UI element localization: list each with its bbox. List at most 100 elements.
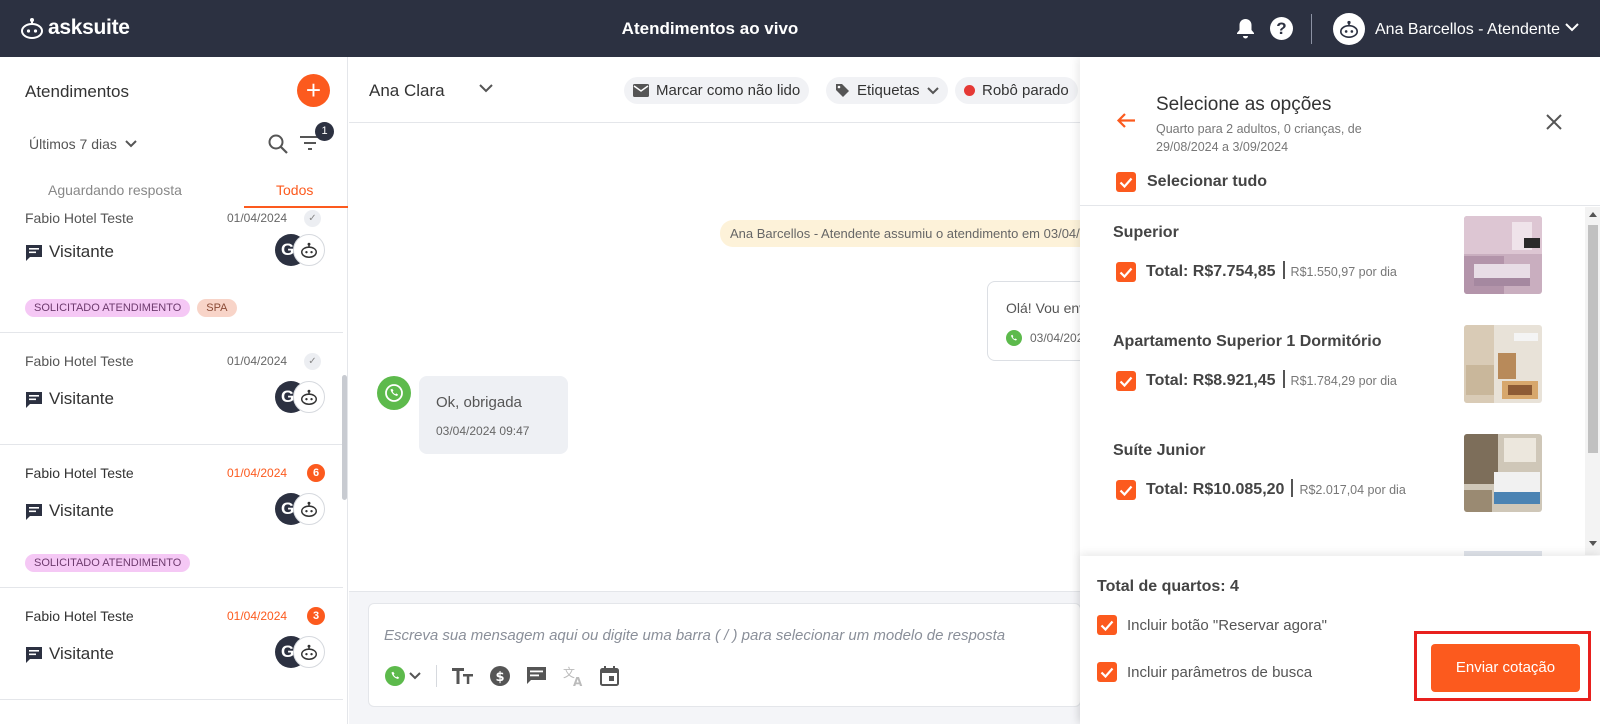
conversation-date: 01/04/2024: [227, 466, 288, 480]
chat-icon: [25, 503, 43, 521]
room-option: Apartamento Superior 1 Dormitório Total:…: [1113, 315, 1563, 415]
help-icon[interactable]: ?: [1270, 17, 1293, 40]
checkbox-checked[interactable]: [1116, 172, 1136, 192]
price-separator: [1291, 479, 1294, 497]
room-options-list: Superior Total: R$7.754,85 R$1.550,97 por…: [1080, 206, 1585, 556]
conversation-date: 01/04/2024: [227, 211, 288, 225]
room-total: Total: R$8.921,45: [1146, 372, 1276, 389]
message-composer[interactable]: Escreva sua mensagem aqui ou digite uma …: [368, 603, 1081, 707]
add-conversation-button[interactable]: +: [297, 74, 330, 107]
whatsapp-icon: [385, 666, 405, 686]
tag-row: SOLICITADO ATENDIMENTO: [25, 554, 191, 572]
tab-aguardando-resposta[interactable]: Aguardando resposta: [48, 182, 182, 198]
include-search-params-option[interactable]: Incluir parâmetros de busca: [1097, 662, 1312, 682]
room-checkbox[interactable]: [1116, 480, 1136, 500]
calendar-icon[interactable]: [600, 666, 619, 686]
option-label: Incluir botão "Reservar agora": [1127, 616, 1327, 634]
chat-header: Ana Clara Marcar como não lido Etiquetas…: [349, 57, 1081, 123]
mark-unread-button[interactable]: Marcar como não lido: [624, 77, 810, 104]
visitor-label: Visitante: [49, 242, 114, 261]
system-message: Ana Barcellos - Atendente assumiu o aten…: [720, 220, 1119, 247]
chevron-down-icon: [926, 86, 939, 94]
close-icon[interactable]: [1546, 114, 1562, 130]
tag-row: SOLICITADO ATENDIMENTO SPA: [25, 299, 237, 317]
conversation-item[interactable]: Fabio Hotel Teste 01/04/2024 3 Visitante…: [0, 588, 343, 700]
chevron-down-icon: [409, 672, 421, 680]
user-name[interactable]: Ana Barcellos - Atendente: [1375, 21, 1560, 39]
robot-stopped-indicator: [964, 85, 975, 96]
conversation-list: Fabio Hotel Teste 01/04/2024 ✓ Visitante…: [0, 208, 343, 724]
chat-icon: [25, 646, 43, 664]
tag-solicitado-atendimento: SOLICITADO ATENDIMENTO: [25, 554, 191, 572]
svg-text:A: A: [573, 675, 583, 687]
checkbox-checked[interactable]: [1097, 615, 1117, 635]
read-check-icon: ✓: [304, 353, 321, 370]
top-bar: asksuite Atendimentos ao vivo ? Ana Barc…: [0, 0, 1600, 57]
room-daily-price: R$1.784,29 por dia: [1290, 374, 1397, 388]
tags-dropdown[interactable]: Etiquetas: [826, 77, 948, 104]
chat-panel: Ana Clara Marcar como não lido Etiquetas…: [349, 57, 1137, 724]
rooms-scroll-thumb[interactable]: [1588, 225, 1598, 453]
filter-count-badge: 1: [315, 122, 334, 141]
chevron-down-icon[interactable]: [1565, 23, 1579, 32]
room-checkbox[interactable]: [1116, 262, 1136, 282]
back-arrow-icon[interactable]: [1116, 112, 1136, 129]
room-total: Total: R$10.085,20: [1146, 481, 1285, 498]
room-option: Superior Total: R$7.754,85 R$1.550,97 por…: [1113, 206, 1563, 306]
room-total-price: Total: R$10.085,20 R$2.017,04 por dia: [1146, 479, 1406, 499]
page-title: Atendimentos ao vivo: [621, 19, 799, 38]
chevron-down-icon[interactable]: [479, 84, 493, 93]
conversation-item[interactable]: Fabio Hotel Teste 01/04/2024 ✓ Visitante…: [0, 333, 343, 445]
scroll-down-icon[interactable]: [1589, 541, 1597, 547]
panel-title: Atendimentos: [25, 82, 129, 101]
checkbox-checked[interactable]: [1097, 662, 1117, 682]
price-separator: [1282, 370, 1285, 388]
channel-selector[interactable]: [385, 666, 421, 686]
scroll-up-icon[interactable]: [1589, 211, 1597, 217]
translate-icon[interactable]: 文A: [562, 665, 585, 687]
chevron-down-icon: [125, 140, 137, 148]
room-photo[interactable]: [1464, 325, 1542, 403]
room-photo[interactable]: [1464, 434, 1542, 512]
message-text: Ok, obrigada: [436, 394, 522, 411]
user-avatar[interactable]: [1333, 13, 1365, 45]
quick-reply-icon[interactable]: [526, 666, 547, 686]
check-icon: [1119, 485, 1133, 496]
list-scrollbar[interactable]: [342, 375, 347, 500]
currency-icon[interactable]: $: [489, 665, 511, 687]
toolbar-divider: [436, 665, 437, 687]
tags-label: Etiquetas: [857, 82, 920, 99]
chat-icon: [25, 244, 43, 262]
read-check-icon: ✓: [304, 210, 321, 227]
period-filter-select[interactable]: Últimos 7 dias: [29, 136, 137, 152]
check-icon: [1119, 267, 1133, 278]
check-icon: [1119, 376, 1133, 387]
message-input-placeholder[interactable]: Escreva sua mensagem aqui ou digite uma …: [384, 627, 1005, 644]
notifications-bell-icon[interactable]: [1236, 18, 1255, 39]
room-checkbox[interactable]: [1116, 371, 1136, 391]
unread-count-badge: 3: [307, 607, 325, 625]
room-photo[interactable]: [1464, 216, 1542, 294]
bot-icon: [301, 242, 317, 258]
text-format-icon[interactable]: [452, 667, 474, 685]
message-area: Ana Barcellos - Atendente assumiu o aten…: [349, 124, 1137, 657]
conversation-name: Fabio Hotel Teste: [25, 465, 134, 481]
room-total: Total: R$7.754,85: [1146, 263, 1276, 280]
robot-status-toggle[interactable]: Robô parado: [955, 77, 1078, 104]
conversation-date: 01/04/2024: [227, 609, 288, 623]
conversation-item[interactable]: Fabio Hotel Teste 01/04/2024 6 Visitante…: [0, 445, 343, 588]
contact-name[interactable]: Ana Clara: [369, 81, 445, 101]
conversation-name: Fabio Hotel Teste: [25, 210, 134, 226]
search-icon[interactable]: [268, 134, 289, 155]
bot-avatar-icon: [1340, 20, 1358, 38]
send-quotation-button[interactable]: Enviar cotação: [1431, 644, 1580, 692]
tab-todos[interactable]: Todos: [276, 182, 313, 198]
include-reserve-button-option[interactable]: Incluir botão "Reservar agora": [1097, 615, 1327, 635]
conversation-item[interactable]: Fabio Hotel Teste 01/04/2024 ✓ Visitante…: [0, 208, 343, 333]
mark-unread-label: Marcar como não lido: [656, 82, 801, 99]
quotation-drawer: Selecione as opções Quarto para 2 adulto…: [1080, 57, 1600, 724]
room-name: Suíte Junior: [1113, 442, 1206, 459]
select-all-checkbox[interactable]: Selecionar tudo: [1116, 172, 1267, 192]
rooms-scrollbar[interactable]: [1585, 207, 1600, 555]
bot-icon: [301, 389, 317, 405]
